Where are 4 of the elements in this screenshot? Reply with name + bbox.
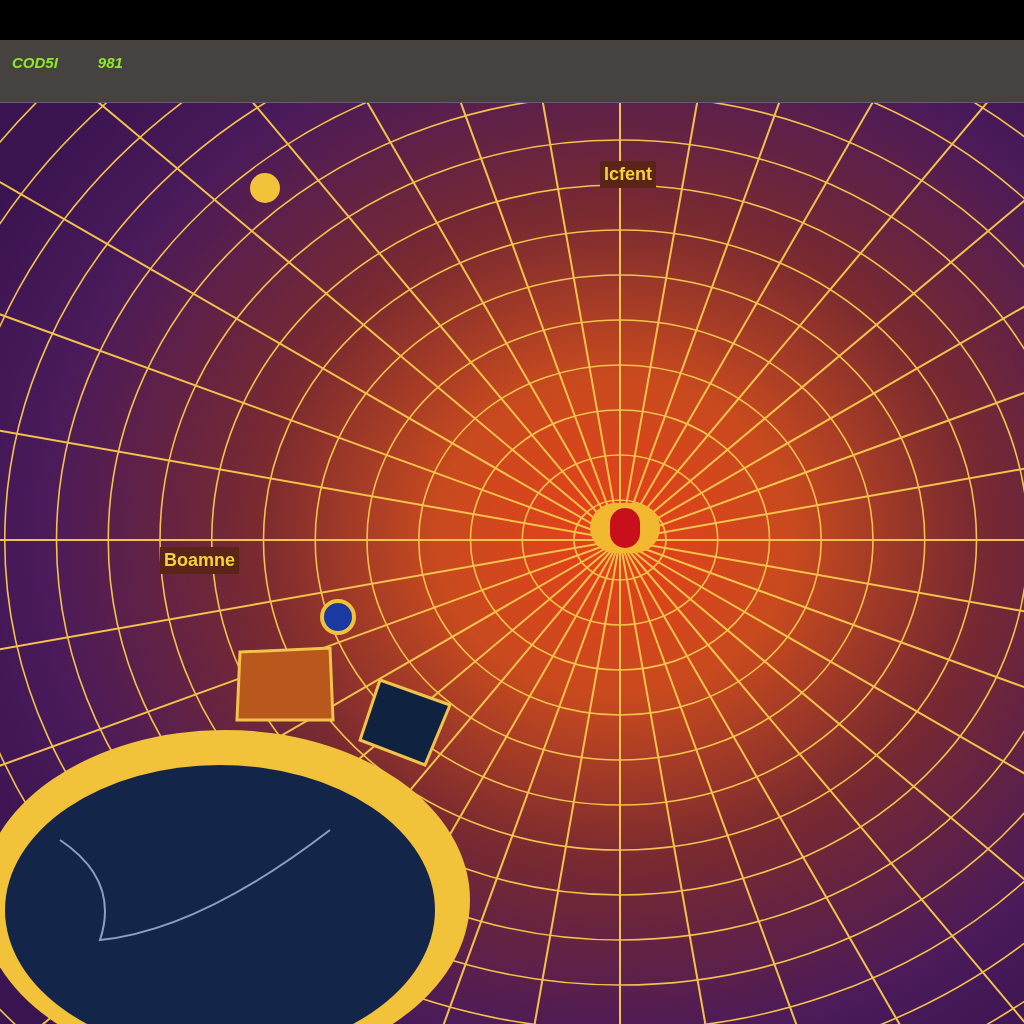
map-label: Icfent [600, 161, 656, 188]
toolbar-label[interactable]: COD5I [12, 52, 58, 75]
map-label: Boamne [160, 547, 239, 574]
toolbar-label[interactable]: 981 [97, 52, 123, 75]
